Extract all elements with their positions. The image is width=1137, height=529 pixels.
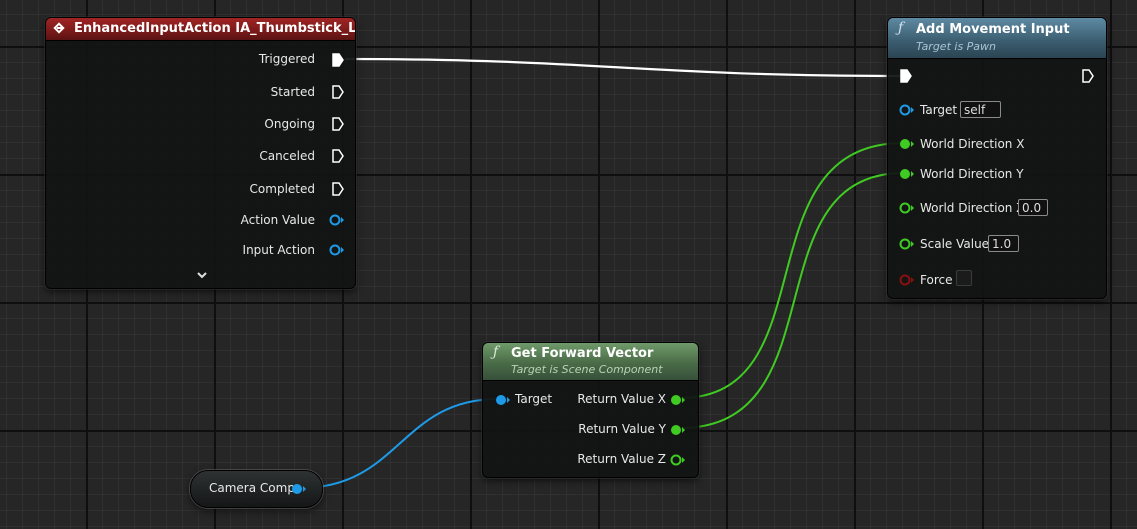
world-direction-z-pin[interactable] xyxy=(899,202,915,214)
world-direction-z-field[interactable]: 0.0 xyxy=(1018,199,1048,216)
camera-comp-label: Camera Comp xyxy=(209,481,295,495)
enhanced-input-action-node[interactable]: EnhancedInputAction IA_Thumbstick_L Trig… xyxy=(45,17,356,289)
pin-label-started: Started xyxy=(270,85,315,99)
pin-label-input-action: Input Action xyxy=(242,243,315,257)
return-value-x-label: Return Value X xyxy=(577,392,666,406)
exec-pin-triggered[interactable] xyxy=(332,53,344,67)
node-subtitle: Target is Scene Component xyxy=(511,363,663,376)
node-header[interactable]: ƒ Add Movement Input Target is Pawn xyxy=(888,18,1106,59)
target-pin[interactable] xyxy=(899,104,915,116)
wire-camera-to-target[interactable] xyxy=(299,398,499,489)
scale-value-label: Scale Value xyxy=(920,237,990,251)
get-forward-vector-node[interactable]: ƒ Get Forward Vector Target is Scene Com… xyxy=(482,342,699,478)
exec-pin-completed[interactable] xyxy=(332,182,344,196)
function-icon: ƒ xyxy=(898,20,904,36)
return-value-y-pin[interactable] xyxy=(670,424,686,436)
force-checkbox[interactable] xyxy=(956,270,972,286)
exec-pin-ongoing[interactable] xyxy=(332,117,344,131)
wire-return-x-to-world-direction-x[interactable] xyxy=(679,142,905,399)
event-arrow-icon xyxy=(57,27,62,29)
function-icon: ƒ xyxy=(493,344,499,360)
node-title: EnhancedInputAction IA_Thumbstick_L xyxy=(74,21,355,36)
node-header[interactable]: ƒ Get Forward Vector Target is Scene Com… xyxy=(483,343,698,381)
input-action-pin[interactable] xyxy=(329,244,345,256)
world-direction-x-label: World Direction X xyxy=(920,137,1025,151)
return-value-y-label: Return Value Y xyxy=(578,422,666,436)
node-title: Get Forward Vector xyxy=(511,346,654,361)
return-value-z-pin[interactable] xyxy=(670,454,686,466)
target-label: Target xyxy=(920,103,958,117)
camera-comp-output-pin[interactable] xyxy=(291,483,307,495)
scale-value-pin[interactable] xyxy=(899,238,915,250)
force-pin[interactable] xyxy=(899,274,915,286)
node-subtitle: Target is Pawn xyxy=(916,40,997,53)
exec-pin-canceled[interactable] xyxy=(332,149,344,163)
target-label: Target xyxy=(515,392,553,406)
action-value-pin[interactable] xyxy=(329,214,345,226)
target-value-field[interactable]: self xyxy=(960,101,1001,118)
exec-pin-started[interactable] xyxy=(332,85,344,99)
target-pin[interactable] xyxy=(495,394,511,406)
force-label: Force xyxy=(920,273,953,287)
exec-wire-triggered-to-add-movement[interactable] xyxy=(344,57,907,78)
exec-in-pin[interactable] xyxy=(900,69,912,83)
world-direction-y-pin[interactable] xyxy=(899,168,915,180)
node-title: Add Movement Input xyxy=(916,22,1070,37)
world-direction-z-label: World Direction Z xyxy=(920,201,1025,215)
chevron-down-icon[interactable] xyxy=(196,272,208,280)
pin-label-canceled: Canceled xyxy=(259,149,315,163)
node-header[interactable]: EnhancedInputAction IA_Thumbstick_L xyxy=(46,18,355,41)
world-direction-y-label: World Direction Y xyxy=(920,167,1024,181)
camera-comp-variable-node[interactable]: Camera Comp xyxy=(190,470,323,508)
pin-label-ongoing: Ongoing xyxy=(264,117,315,131)
return-value-x-pin[interactable] xyxy=(670,394,686,406)
exec-out-pin[interactable] xyxy=(1082,69,1094,83)
return-value-z-label: Return Value Z xyxy=(577,452,666,466)
add-movement-input-node[interactable]: ƒ Add Movement Input Target is Pawn Targ… xyxy=(887,17,1107,299)
pin-label-triggered: Triggered xyxy=(258,52,315,66)
scale-value-field[interactable]: 1.0 xyxy=(988,235,1019,252)
pin-label-completed: Completed xyxy=(249,182,315,196)
world-direction-x-pin[interactable] xyxy=(899,138,915,150)
wire-return-y-to-world-direction-y[interactable] xyxy=(679,172,905,429)
pin-label-action-value: Action Value xyxy=(240,213,315,227)
